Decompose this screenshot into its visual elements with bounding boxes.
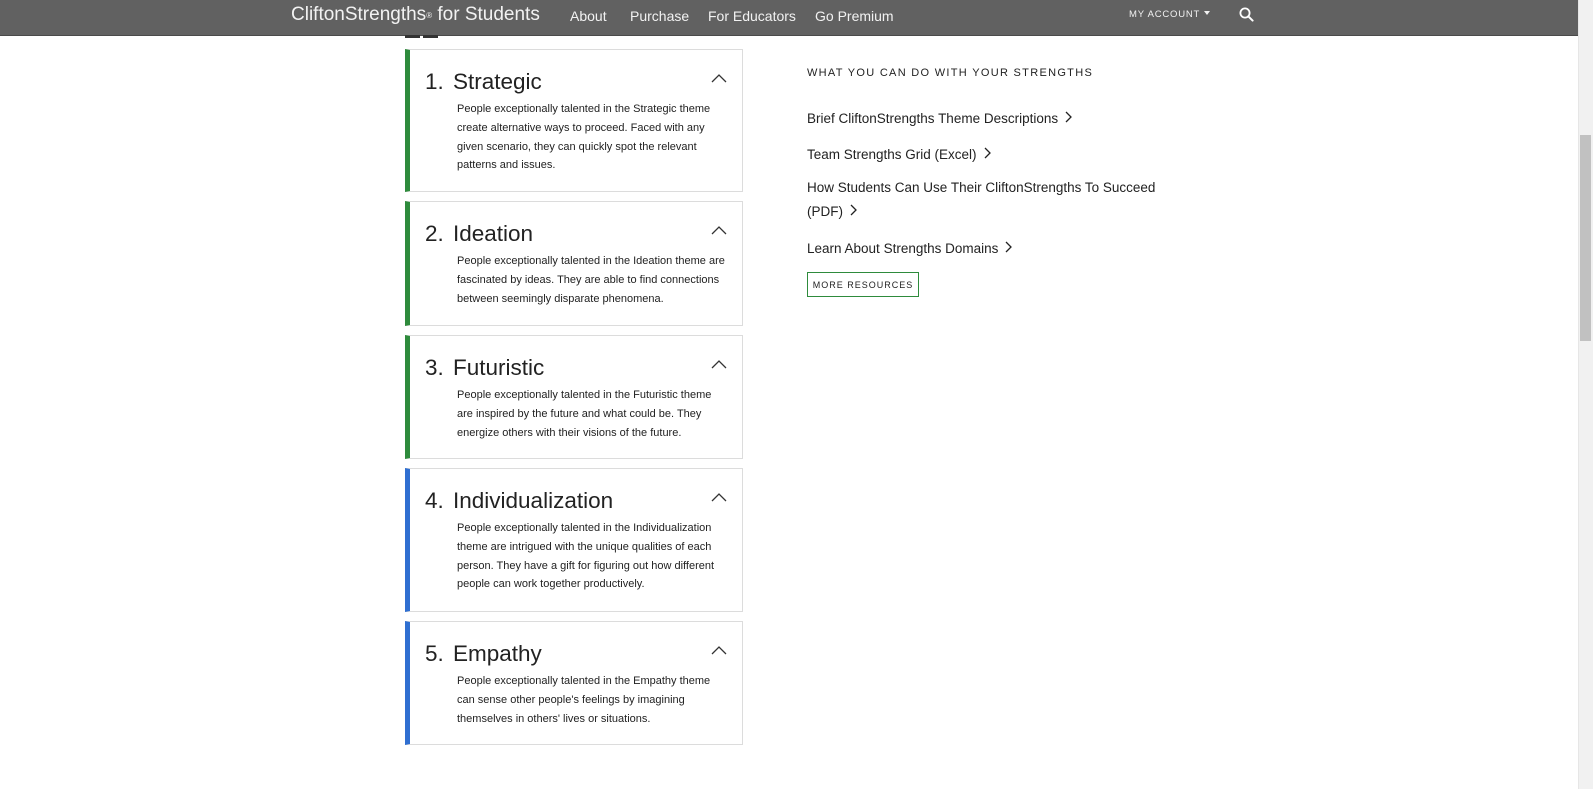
more-resources-button[interactable]: MORE RESOURCES bbox=[807, 272, 919, 297]
link-team-strengths-grid[interactable]: Team Strengths Grid (Excel) bbox=[807, 143, 1167, 167]
theme-title: 2. Ideation bbox=[425, 220, 533, 248]
theme-name: Futuristic bbox=[453, 355, 545, 380]
chevron-up-icon[interactable] bbox=[711, 225, 727, 235]
theme-card-empathy: 5. Empathy People exceptionally talented … bbox=[405, 621, 743, 745]
chevron-right-icon bbox=[850, 204, 857, 216]
brand-suffix: for Students bbox=[432, 4, 540, 25]
nav-for-educators[interactable]: For Educators bbox=[708, 7, 796, 25]
nav-go-premium[interactable]: Go Premium bbox=[815, 7, 894, 25]
chevron-up-icon[interactable] bbox=[711, 359, 727, 369]
link-students-use-cliftonstrengths-pdf[interactable]: How Students Can Use Their CliftonStreng… bbox=[807, 176, 1167, 224]
brand-logo[interactable]: CliftonStrengths® for Students bbox=[291, 3, 540, 27]
theme-title: 3. Futuristic bbox=[425, 354, 544, 382]
link-strengths-domains[interactable]: Learn About Strengths Domains bbox=[807, 237, 1167, 261]
scrollbar-thumb[interactable] bbox=[1580, 135, 1591, 341]
chevron-right-icon bbox=[984, 147, 991, 159]
theme-title: 5. Empathy bbox=[425, 640, 542, 668]
resources-heading: WHAT YOU CAN DO WITH YOUR STRENGTHS bbox=[807, 67, 1094, 79]
page: CliftonStrengths® for Students About Pur… bbox=[0, 0, 1593, 789]
theme-description: People exceptionally talented in the Emp… bbox=[457, 675, 711, 725]
link-brief-theme-descriptions[interactable]: Brief CliftonStrengths Theme Description… bbox=[807, 107, 1167, 131]
link-label: How Students Can Use Their CliftonStreng… bbox=[807, 180, 1156, 219]
theme-rank: 4. bbox=[425, 488, 444, 513]
theme-description: People exceptionally talented in the Ide… bbox=[457, 255, 725, 305]
theme-title: 1. Strategic bbox=[425, 68, 542, 96]
link-label: Brief CliftonStrengths Theme Description… bbox=[807, 111, 1059, 126]
search-icon[interactable] bbox=[1239, 7, 1254, 22]
theme-name: Empathy bbox=[453, 641, 542, 666]
chevron-up-icon[interactable] bbox=[711, 492, 727, 502]
nav-about[interactable]: About bbox=[570, 7, 607, 25]
theme-description: People exceptionally talented in the Ind… bbox=[457, 522, 715, 591]
chevron-up-icon[interactable] bbox=[711, 73, 727, 83]
theme-rank: 5. bbox=[425, 641, 444, 666]
chevron-right-icon bbox=[1005, 241, 1013, 253]
chevron-up-icon[interactable] bbox=[711, 645, 727, 655]
theme-name: Strategic bbox=[453, 69, 542, 94]
theme-rank: 3. bbox=[425, 355, 444, 380]
brand-trademark: ® bbox=[426, 11, 433, 20]
my-account-label: MY ACCOUNT bbox=[1129, 9, 1201, 20]
brand-name: CliftonStrengths bbox=[291, 4, 427, 25]
theme-title: 4. Individualization bbox=[425, 487, 613, 515]
my-account-menu[interactable]: MY ACCOUNT bbox=[1129, 9, 1211, 20]
theme-name: Ideation bbox=[453, 221, 534, 246]
link-label: Learn About Strengths Domains bbox=[807, 241, 999, 256]
theme-rank: 2. bbox=[425, 221, 444, 246]
theme-name: Individualization bbox=[453, 488, 614, 513]
top-navigation-bar: CliftonStrengths® for Students About Pur… bbox=[0, 0, 1578, 36]
theme-description: People exceptionally talented in the Str… bbox=[457, 103, 711, 172]
vertical-scrollbar[interactable] bbox=[1578, 0, 1593, 789]
theme-rank: 1. bbox=[425, 69, 444, 94]
link-label: Team Strengths Grid (Excel) bbox=[807, 147, 977, 162]
caret-down-icon bbox=[1204, 11, 1211, 16]
theme-card-ideation: 2. Ideation People exceptionally talented… bbox=[405, 201, 743, 326]
theme-card-strategic: 1. Strategic People exceptionally talente… bbox=[405, 49, 743, 192]
theme-card-futuristic: 3. Futuristic People exceptionally talent… bbox=[405, 335, 743, 459]
theme-description: People exceptionally talented in the Fut… bbox=[457, 389, 712, 439]
partial-icon bbox=[405, 35, 441, 39]
nav-purchase[interactable]: Purchase bbox=[630, 7, 689, 25]
theme-card-individualization: 4. Individualization People exceptionally… bbox=[405, 468, 743, 612]
chevron-right-icon bbox=[1065, 111, 1073, 123]
